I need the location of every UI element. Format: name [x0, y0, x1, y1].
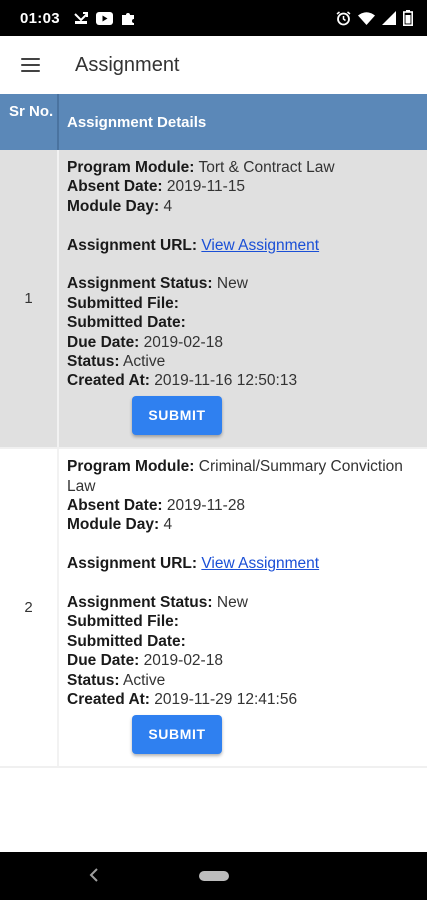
submitted-file-line: Submitted File: [67, 294, 417, 313]
module-day-line: Module Day: 4 [67, 197, 417, 216]
assignment-status-line: Assignment Status: New [67, 593, 417, 612]
created-at-line: Created At: 2019-11-16 12:50:13 [67, 371, 417, 390]
created-at-value: 2019-11-29 12:41:56 [154, 691, 298, 709]
submit-button[interactable]: SUBMIT [132, 714, 222, 754]
module-day-value: 4 [163, 197, 173, 215]
status-right-icons [336, 10, 413, 26]
created-at-line: Created At: 2019-11-29 12:41:56 [67, 690, 417, 709]
navigation-bar [0, 852, 427, 900]
wifi-icon [358, 11, 375, 25]
table-row: 1 Program Module: Tort & Contract Law Ab… [0, 150, 427, 450]
due-date-value: 2019-02-18 [143, 333, 223, 351]
status-time: 01:03 [20, 9, 60, 27]
menu-icon[interactable] [20, 58, 40, 72]
home-pill-icon[interactable] [198, 871, 229, 881]
page-title: Assignment [75, 53, 180, 76]
status-label: Status: [67, 353, 120, 371]
status-line: Status: Active [67, 352, 417, 371]
battery-icon [403, 10, 413, 26]
program-module-line: Program Module: Tort & Contract Law [67, 158, 417, 177]
submitted-file-line: Submitted File: [67, 612, 417, 631]
assignment-status-value: New [216, 275, 248, 293]
row-sr-number: 1 [0, 150, 59, 448]
row-details: Program Module: Tort & Contract Law Abse… [59, 150, 427, 447]
due-date-value: 2019-02-18 [143, 652, 223, 670]
header-sr-no: Sr No. [0, 94, 59, 150]
status-value: Active [123, 353, 166, 371]
submitted-date-label: Submitted Date: [67, 632, 186, 650]
assignment-status-value: New [216, 594, 248, 612]
assignment-status-label: Assignment Status: [67, 275, 213, 293]
submitted-date-line: Submitted Date: [67, 632, 417, 651]
submitted-date-label: Submitted Date: [67, 314, 186, 332]
due-date-line: Due Date: 2019-02-18 [67, 651, 417, 670]
assignment-status-line: Assignment Status: New [67, 274, 417, 293]
view-assignment-link[interactable]: View Assignment [201, 237, 319, 254]
module-day-line: Module Day: 4 [67, 515, 417, 534]
absent-date-label: Absent Date: [67, 178, 163, 196]
absent-date-value: 2019-11-28 [166, 497, 246, 515]
submitted-file-label: Submitted File: [67, 613, 179, 631]
module-day-value: 4 [163, 516, 173, 534]
created-at-label: Created At: [67, 691, 150, 709]
header-assignment-details: Assignment Details [67, 113, 207, 131]
created-at-label: Created At: [67, 372, 150, 390]
absent-date-line: Absent Date: 2019-11-28 [67, 496, 417, 515]
puzzle-icon [121, 10, 136, 26]
status-bar: 01:03 [0, 0, 427, 36]
module-day-label: Module Day: [67, 516, 160, 534]
program-module-label: Program Module: [67, 159, 195, 176]
assignment-status-label: Assignment Status: [67, 594, 213, 612]
app-bar: Assignment [0, 36, 427, 94]
alarm-icon [336, 10, 351, 26]
due-date-label: Due Date: [67, 652, 140, 670]
submitted-date-line: Submitted Date: [67, 313, 417, 332]
status-value: Active [123, 671, 166, 689]
signal-icon [382, 11, 396, 25]
submit-button[interactable]: SUBMIT [132, 395, 222, 436]
created-at-value: 2019-11-16 12:50:13 [154, 372, 298, 390]
table-header: Sr No. Assignment Details [0, 94, 427, 150]
assignment-url-label: Assignment URL: [67, 236, 198, 254]
assignment-url-label: Assignment URL: [67, 555, 198, 573]
back-icon[interactable] [89, 868, 99, 887]
menu-button[interactable] [0, 36, 60, 94]
program-module-label: Program Module: [67, 458, 195, 476]
absent-date-line: Absent Date: 2019-11-15 [67, 177, 417, 196]
status-left-icons [74, 10, 136, 26]
assignment-url-line: Assignment URL: View Assignment [67, 554, 417, 573]
view-assignment-link[interactable]: View Assignment [201, 555, 319, 572]
due-date-line: Due Date: 2019-02-18 [67, 333, 417, 352]
submitted-file-label: Submitted File: [67, 294, 179, 312]
row-sr-number: 2 [0, 449, 59, 766]
absent-date-value: 2019-11-15 [166, 178, 246, 196]
due-date-label: Due Date: [67, 333, 140, 351]
program-module-line: Program Module: Criminal/Summary Convict… [67, 457, 417, 496]
status-label: Status: [67, 671, 120, 689]
program-module-value: Tort & Contract Law [198, 159, 335, 176]
table-row: 2 Program Module: Criminal/Summary Convi… [0, 449, 427, 768]
row-details: Program Module: Criminal/Summary Convict… [59, 449, 427, 766]
assignment-table: Sr No. Assignment Details 1 Program Modu… [0, 94, 427, 768]
status-line: Status: Active [67, 671, 417, 690]
absent-date-label: Absent Date: [67, 497, 163, 515]
module-day-label: Module Day: [67, 197, 160, 215]
youtube-icon [95, 11, 113, 25]
missed-call-icon [74, 11, 88, 25]
assignment-url-line: Assignment URL: View Assignment [67, 236, 417, 255]
